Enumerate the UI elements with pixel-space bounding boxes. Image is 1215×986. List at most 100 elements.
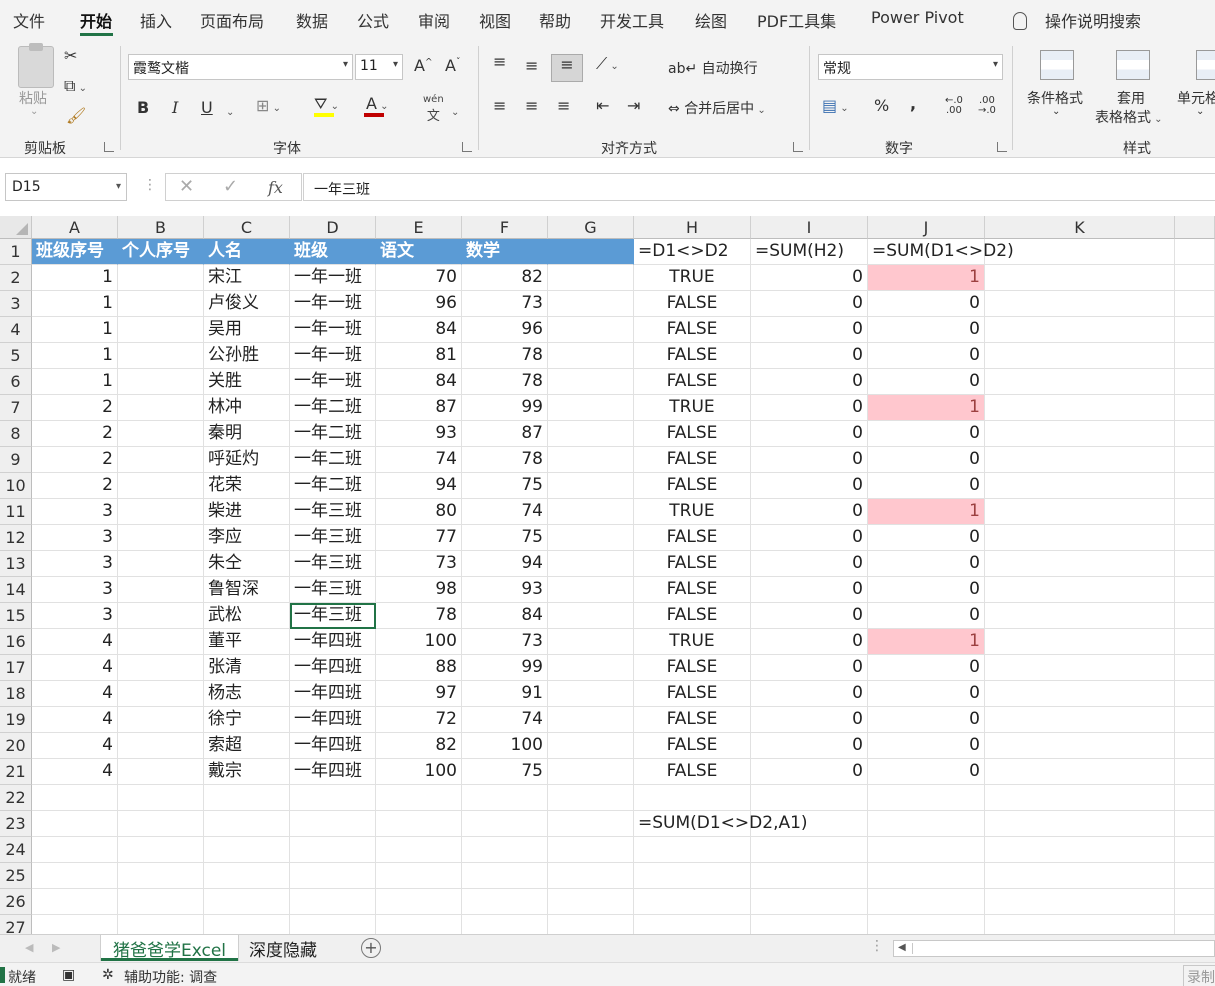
cell-overflow[interactable] [1175, 655, 1215, 681]
cell-F27[interactable] [462, 915, 548, 934]
row-header[interactable]: 1 [0, 239, 32, 265]
cell-K14[interactable] [985, 577, 1175, 603]
cell-F4[interactable]: 96 [462, 317, 548, 343]
cell-F17[interactable]: 99 [462, 655, 548, 681]
cell-C15[interactable]: 武松 [204, 603, 290, 629]
cell-D8[interactable]: 一年二班 [290, 421, 376, 447]
cell-C14[interactable]: 鲁智深 [204, 577, 290, 603]
cell-G10[interactable] [548, 473, 634, 499]
cell-D22[interactable] [290, 785, 376, 811]
cell-H4[interactable]: FALSE [634, 317, 751, 343]
cell-H18[interactable]: FALSE [634, 681, 751, 707]
next-sheet-icon[interactable]: ▶ [52, 941, 60, 954]
cell-D10[interactable]: 一年二班 [290, 473, 376, 499]
cell-I25[interactable] [751, 863, 868, 889]
cell-I18[interactable]: 0 [751, 681, 868, 707]
cell-H12[interactable]: FALSE [634, 525, 751, 551]
cell-G15[interactable] [548, 603, 634, 629]
increase-decimal-icon[interactable]: ←.0.00 [945, 96, 963, 116]
cell-G1[interactable] [548, 239, 634, 265]
cell-F13[interactable]: 94 [462, 551, 548, 577]
cell-D25[interactable] [290, 863, 376, 889]
cell-E11[interactable]: 80 [376, 499, 462, 525]
cell-overflow[interactable] [1175, 525, 1215, 551]
cell-J14[interactable]: 0 [868, 577, 985, 603]
cell-J11[interactable]: 1 [868, 499, 985, 525]
cell-H21[interactable]: FALSE [634, 759, 751, 785]
tab-help[interactable]: 帮助 [539, 8, 571, 32]
row-header[interactable]: 15 [0, 603, 32, 629]
borders-icon[interactable]: ⊞ ⌄ [256, 96, 281, 115]
scrollbar-thumb[interactable] [912, 943, 1212, 954]
cell-F8[interactable]: 87 [462, 421, 548, 447]
cell-A11[interactable]: 3 [32, 499, 118, 525]
record-macro-button[interactable]: 录制 [1183, 965, 1215, 986]
font-launcher-icon[interactable] [462, 142, 472, 152]
cell-I15[interactable]: 0 [751, 603, 868, 629]
column-header[interactable]: J [868, 216, 985, 239]
row-header[interactable]: 21 [0, 759, 32, 785]
cell-B15[interactable] [118, 603, 204, 629]
cell-F7[interactable]: 99 [462, 395, 548, 421]
cell-D21[interactable]: 一年四班 [290, 759, 376, 785]
row-header[interactable]: 26 [0, 889, 32, 915]
cell-A6[interactable]: 1 [32, 369, 118, 395]
tab-home[interactable]: 开始 [80, 8, 112, 32]
cell-overflow[interactable] [1175, 707, 1215, 733]
cell-G12[interactable] [548, 525, 634, 551]
cell-G13[interactable] [548, 551, 634, 577]
paste-icon[interactable] [18, 43, 54, 88]
cell-J22[interactable] [868, 785, 985, 811]
alignment-launcher-icon[interactable] [793, 142, 803, 152]
format-as-table-icon[interactable] [1116, 50, 1150, 80]
cell-C26[interactable] [204, 889, 290, 915]
cell-B11[interactable] [118, 499, 204, 525]
cell-B10[interactable] [118, 473, 204, 499]
cell-H25[interactable] [634, 863, 751, 889]
cell-C9[interactable]: 呼延灼 [204, 447, 290, 473]
row-header[interactable]: 8 [0, 421, 32, 447]
cell-E6[interactable]: 84 [376, 369, 462, 395]
bold-button[interactable]: B [137, 98, 149, 117]
cell-D1[interactable]: 班级 [290, 239, 376, 265]
cell-overflow[interactable] [1175, 863, 1215, 889]
cell-B2[interactable] [118, 265, 204, 291]
cell-G27[interactable] [548, 915, 634, 934]
sheet-tab[interactable]: 深度隐藏 [237, 935, 329, 961]
cell-H24[interactable] [634, 837, 751, 863]
cell-D13[interactable]: 一年三班 [290, 551, 376, 577]
italic-button[interactable]: I [172, 98, 178, 117]
cell-overflow[interactable] [1175, 499, 1215, 525]
cell-C22[interactable] [204, 785, 290, 811]
cell-B5[interactable] [118, 343, 204, 369]
cell-H5[interactable]: FALSE [634, 343, 751, 369]
cell-C12[interactable]: 李应 [204, 525, 290, 551]
cell-F23[interactable] [462, 811, 548, 837]
tab-pdf-tools[interactable]: PDF工具集 [757, 8, 836, 32]
cell-J13[interactable]: 0 [868, 551, 985, 577]
tab-page-layout[interactable]: 页面布局 [200, 8, 264, 32]
cell-I20[interactable]: 0 [751, 733, 868, 759]
cell-J21[interactable]: 0 [868, 759, 985, 785]
cell-H10[interactable]: FALSE [634, 473, 751, 499]
cell-H2[interactable]: TRUE [634, 265, 751, 291]
row-header[interactable]: 16 [0, 629, 32, 655]
cell-K17[interactable] [985, 655, 1175, 681]
cell-F11[interactable]: 74 [462, 499, 548, 525]
cell-J8[interactable]: 0 [868, 421, 985, 447]
cell-H19[interactable]: FALSE [634, 707, 751, 733]
cell-E18[interactable]: 97 [376, 681, 462, 707]
cell-D26[interactable] [290, 889, 376, 915]
cell-overflow[interactable] [1175, 577, 1215, 603]
cell-K20[interactable] [985, 733, 1175, 759]
cell-K3[interactable] [985, 291, 1175, 317]
cell-K11[interactable] [985, 499, 1175, 525]
add-sheet-button[interactable]: + [361, 938, 381, 958]
prev-sheet-icon[interactable]: ◀ [25, 941, 33, 954]
number-launcher-icon[interactable] [997, 142, 1007, 152]
cell-A19[interactable]: 4 [32, 707, 118, 733]
enter-icon[interactable]: ✓ [223, 176, 238, 197]
row-header[interactable]: 13 [0, 551, 32, 577]
row-header[interactable]: 22 [0, 785, 32, 811]
align-left-icon[interactable]: ≡ [493, 96, 506, 115]
